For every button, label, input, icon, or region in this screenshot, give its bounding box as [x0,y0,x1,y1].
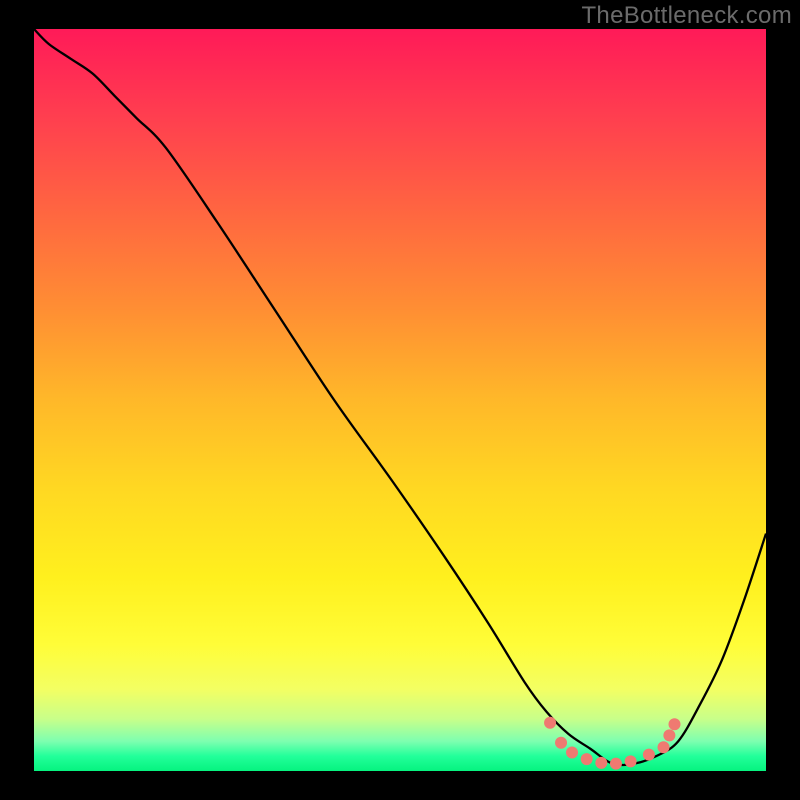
curve-marker [595,757,607,769]
curve-marker [581,753,593,765]
watermark-text: TheBottleneck.com [581,2,792,30]
curve-marker [544,717,556,729]
chart-svg [34,29,766,771]
curve-marker [658,741,670,753]
curve-marker [669,718,681,730]
chart-frame: TheBottleneck.com [0,0,800,800]
curve-marker [610,758,622,770]
curve-marker [663,729,675,741]
curve-markers [544,717,680,770]
curve-marker [555,737,567,749]
curve-marker [625,755,637,767]
bottleneck-curve [34,29,766,765]
plot-area [34,29,766,771]
curve-marker [643,749,655,761]
curve-marker [566,746,578,758]
